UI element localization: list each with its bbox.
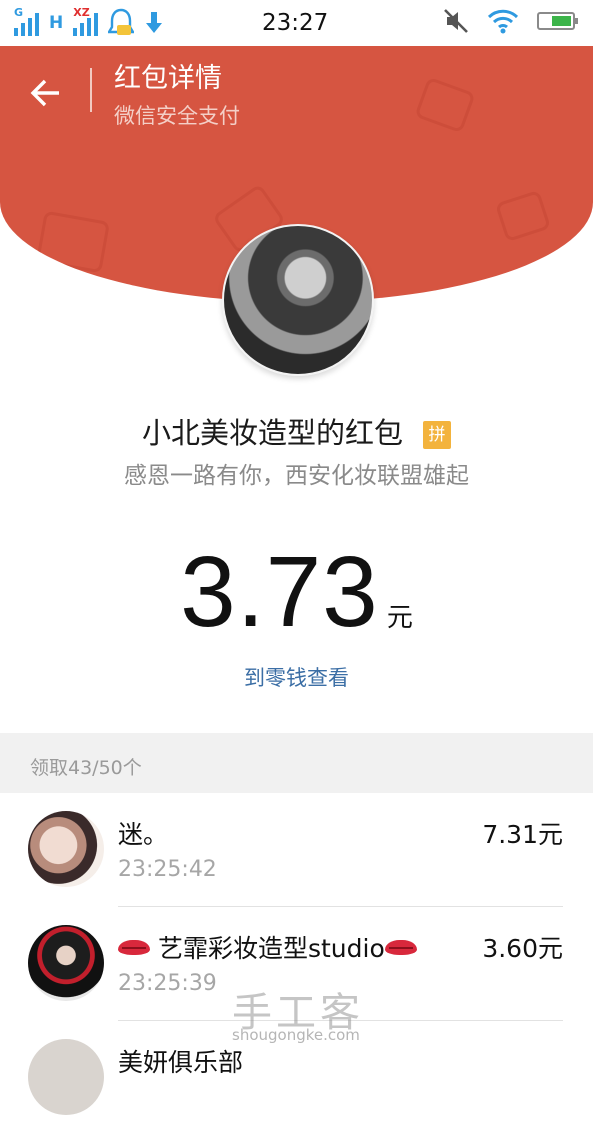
status-bar: G H XZ 23:27	[0, 0, 593, 46]
amount-value: 3.73	[180, 536, 379, 648]
battery-icon	[537, 12, 578, 30]
receive-time: 23:25:42	[118, 857, 217, 882]
view-change-link[interactable]: 到零钱查看	[0, 662, 593, 692]
page-subtitle: 微信安全支付	[114, 104, 240, 128]
network-h-icon: H	[49, 13, 64, 33]
qq-notify-icon	[108, 8, 135, 35]
wish-text: 感恩一路有你，西安化妆联盟雄起	[124, 463, 469, 489]
sender-avatar[interactable]	[222, 224, 374, 376]
sender-name: 小北美妆造型的红包	[141, 416, 403, 450]
avatar	[28, 811, 104, 887]
amount-unit: 元	[386, 603, 413, 633]
avatar	[28, 1039, 104, 1115]
header-divider	[90, 68, 92, 112]
status-right	[443, 8, 579, 34]
download-icon	[146, 12, 163, 33]
sender-row: 小北美妆造型的红包拼	[0, 410, 593, 452]
receive-amount: 3.60元	[482, 934, 563, 963]
recipient-name: 美妍俱乐部	[118, 1048, 244, 1077]
pin-badge: 拼	[423, 421, 451, 449]
mute-icon	[444, 9, 468, 33]
wifi-icon	[487, 9, 519, 34]
recipient-name-row: 艺霏彩妆造型studio	[118, 929, 417, 965]
list-item[interactable]: 迷。 23:25:42 7.31元	[0, 793, 593, 907]
decor-box	[35, 210, 111, 274]
receive-amount: 7.31元	[482, 820, 563, 849]
status-left: G H XZ	[14, 6, 164, 38]
avatar	[28, 925, 104, 1001]
decor-envelope	[414, 76, 476, 134]
receive-time: 23:25:39	[118, 971, 217, 996]
signal2-icon: XZ	[73, 6, 99, 36]
status-time: 23:27	[262, 10, 329, 36]
lips-icon	[384, 940, 417, 955]
watermark-url: shougongke.com	[232, 1026, 360, 1044]
page-title: 红包详情	[114, 63, 222, 94]
decor-gift	[494, 189, 552, 243]
recipient-name: 艺霏彩妆造型studio	[157, 934, 385, 963]
amount-row: 3.73 元	[0, 535, 593, 650]
lips-icon	[118, 940, 150, 955]
back-arrow-icon[interactable]	[28, 76, 62, 110]
received-count: 领取43/50个	[30, 757, 142, 779]
recipient-name: 迷。	[118, 820, 169, 849]
signal-icon: G	[14, 6, 39, 36]
received-header: 领取43/50个	[0, 733, 593, 793]
